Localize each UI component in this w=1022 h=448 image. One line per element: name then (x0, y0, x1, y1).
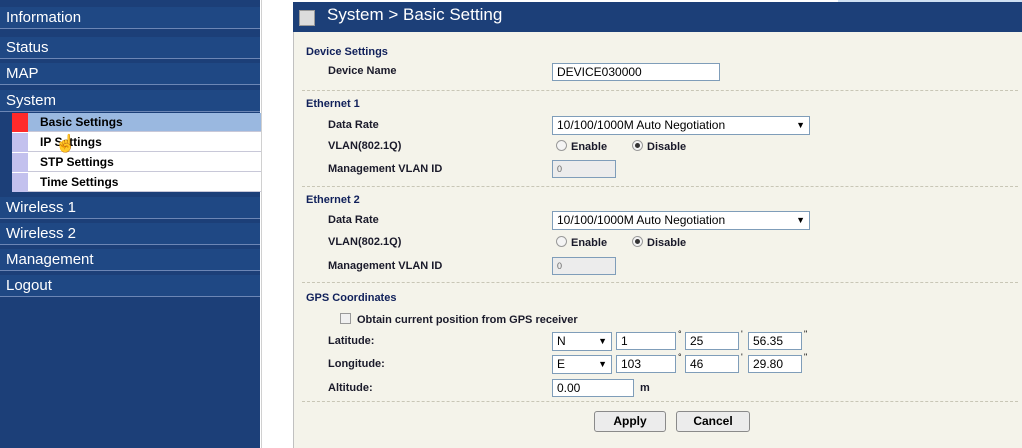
checkbox-label: Obtain current position from GPS receive… (357, 314, 578, 326)
bullet-icon (12, 153, 28, 172)
submenu-label: STP Settings (40, 155, 114, 169)
nav-wireless-1[interactable]: Wireless 1 (0, 197, 260, 219)
divider (302, 90, 1018, 91)
eth1-data-rate-label: Data Rate (328, 119, 379, 131)
gps-obtain-checkbox[interactable]: Obtain current position from GPS receive… (340, 313, 578, 326)
longitude-degrees-input[interactable]: 103 (616, 355, 676, 373)
submenu-label: Basic Settings (40, 115, 123, 129)
longitude-direction-select[interactable]: E ▼ (552, 355, 612, 374)
radio-on-icon (632, 236, 643, 247)
minute-mark: ' (741, 329, 743, 339)
eth1-vlan-disable-radio[interactable]: Disable (632, 140, 686, 153)
bullet-icon (12, 133, 28, 152)
radio-label: Enable (571, 237, 608, 249)
active-marker-icon (12, 113, 28, 132)
latitude-degrees-input[interactable]: 1 (616, 332, 676, 350)
minute-mark: ' (741, 352, 743, 362)
nav-status[interactable]: Status (0, 37, 260, 59)
altitude-label: Altitude: (328, 382, 373, 394)
nav-logout[interactable]: Logout (0, 275, 260, 297)
cancel-button[interactable]: Cancel (676, 411, 750, 432)
radio-label: Disable (647, 141, 687, 153)
latitude-label: Latitude: (328, 335, 375, 347)
page-title: System > Basic Setting (327, 5, 503, 24)
longitude-label: Longitude: (328, 358, 385, 370)
dropdown-arrow-icon: ▼ (598, 336, 607, 346)
eth1-vlan-enable-radio[interactable]: Enable (556, 140, 607, 153)
divider (302, 282, 1018, 283)
divider (302, 186, 1018, 187)
second-mark: " (804, 352, 808, 362)
radio-off-icon (556, 140, 567, 151)
degree-mark: ° (678, 329, 682, 339)
dropdown-arrow-icon: ▼ (796, 215, 805, 225)
eth2-mgmt-vlan-input[interactable]: 0 (552, 257, 616, 275)
eth2-data-rate-label: Data Rate (328, 214, 379, 226)
eth1-mgmt-vlan-input[interactable]: 0 (552, 160, 616, 178)
apply-button[interactable]: Apply (594, 411, 666, 432)
altitude-input[interactable]: 0.00 (552, 379, 634, 397)
section-gps-coordinates: GPS Coordinates (306, 292, 397, 304)
submenu-ip-settings[interactable]: IP Settings (12, 133, 261, 152)
page-header: System > Basic Setting (293, 2, 1022, 32)
radio-label: Disable (647, 237, 687, 249)
device-name-input[interactable]: DEVICE030000 (552, 63, 720, 81)
eth1-data-rate-select[interactable]: 10/100/1000M Auto Negotiation ▼ (552, 116, 810, 135)
device-name-label: Device Name (328, 65, 397, 77)
radio-off-icon (556, 236, 567, 247)
submenu-label: Time Settings (40, 175, 119, 189)
eth2-vlan-disable-radio[interactable]: Disable (632, 236, 686, 249)
eth1-vlan-label: VLAN(802.1Q) (328, 140, 402, 152)
select-value: 10/100/1000M Auto Negotiation (557, 118, 726, 132)
divider (302, 401, 1018, 402)
section-ethernet-2: Ethernet 2 (306, 194, 360, 206)
dropdown-arrow-icon: ▼ (598, 359, 607, 369)
radio-label: Enable (571, 141, 608, 153)
settings-panel: Device Settings Device Name DEVICE030000… (293, 32, 1022, 448)
degree-mark: ° (678, 352, 682, 362)
latitude-minutes-input[interactable]: 25 (685, 332, 739, 350)
nav-system[interactable]: System (0, 90, 260, 112)
section-device-settings: Device Settings (306, 46, 388, 58)
nav-management[interactable]: Management (0, 249, 260, 271)
system-submenu: Basic Settings IP Settings STP Settings … (12, 113, 261, 192)
window-icon (299, 10, 315, 26)
submenu-basic-settings[interactable]: Basic Settings (12, 113, 261, 132)
latitude-direction-select[interactable]: N ▼ (552, 332, 612, 351)
bullet-icon (12, 173, 28, 192)
checkbox-icon (340, 313, 351, 324)
nav-wireless-2[interactable]: Wireless 2 (0, 223, 260, 245)
altitude-unit: m (640, 382, 650, 394)
select-value: E (557, 357, 566, 371)
hand-cursor-icon: ☝ (55, 134, 77, 153)
nav-information[interactable]: Information (0, 7, 260, 29)
eth2-data-rate-select[interactable]: 10/100/1000M Auto Negotiation ▼ (552, 211, 810, 230)
submenu-time-settings[interactable]: Time Settings (12, 173, 261, 192)
second-mark: " (804, 329, 808, 339)
dropdown-arrow-icon: ▼ (796, 120, 805, 130)
eth2-vlan-label: VLAN(802.1Q) (328, 236, 402, 248)
sidebar: Information Status MAP System Wireless 1… (0, 0, 261, 448)
eth1-mgmt-vlan-label: Management VLAN ID (328, 163, 443, 175)
radio-on-icon (632, 140, 643, 151)
eth2-vlan-enable-radio[interactable]: Enable (556, 236, 607, 249)
nav-map[interactable]: MAP (0, 63, 260, 85)
select-value: N (557, 334, 566, 348)
divider (261, 0, 288, 448)
longitude-minutes-input[interactable]: 46 (685, 355, 739, 373)
section-ethernet-1: Ethernet 1 (306, 98, 360, 110)
eth2-mgmt-vlan-label: Management VLAN ID (328, 260, 443, 272)
submenu-stp-settings[interactable]: STP Settings (12, 153, 261, 172)
longitude-seconds-input[interactable]: 29.80 (748, 355, 802, 373)
latitude-seconds-input[interactable]: 56.35 (748, 332, 802, 350)
select-value: 10/100/1000M Auto Negotiation (557, 213, 726, 227)
